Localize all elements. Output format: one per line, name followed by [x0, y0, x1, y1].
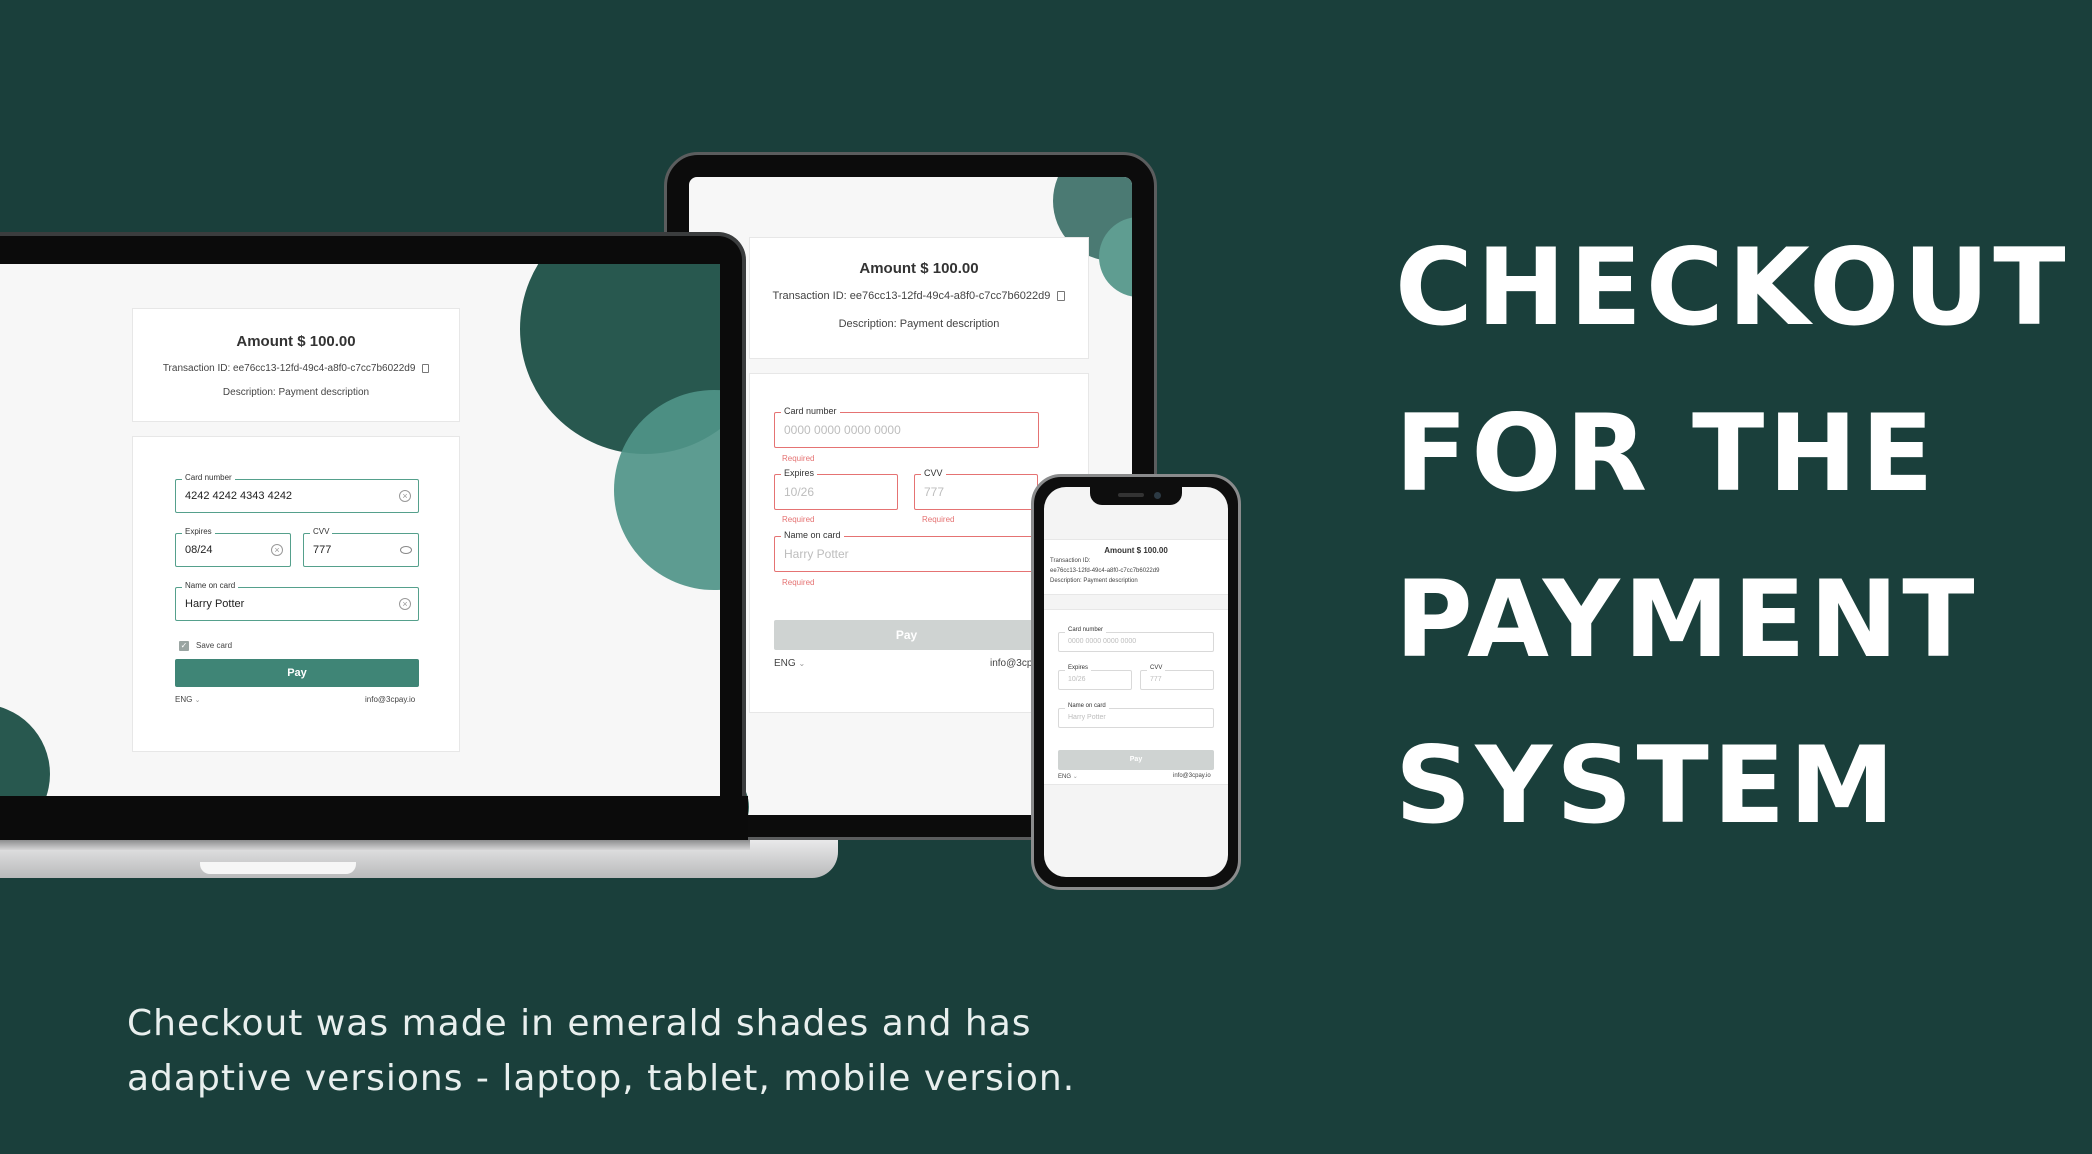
- cvv-label: CVV: [1147, 665, 1166, 671]
- card-number-field[interactable]: Card number 0000 0000 0000 0000: [774, 406, 1039, 448]
- transaction-label: Transaction ID:: [1050, 558, 1091, 564]
- phone-screen: Amount $ 100.00 Transaction ID: ee76cc13…: [1044, 487, 1228, 877]
- laptop-notch: [200, 862, 356, 874]
- name-on-card-field[interactable]: Name on card Harry Potter: [774, 530, 1039, 572]
- laptop-screen: Amount $ 100.00 Transaction ID: ee76cc13…: [0, 264, 720, 796]
- speaker-grille: [1118, 493, 1144, 497]
- card-number-label: Card number: [781, 406, 840, 416]
- transaction-id: ee76cc13-12fd-49c4-a8f0-c7cc7b6022d9: [1050, 568, 1160, 574]
- pay-button[interactable]: Pay: [774, 620, 1039, 650]
- camera-icon: [1154, 492, 1161, 499]
- card-number-value: 4242 4242 4343 4242: [185, 490, 293, 502]
- card-number-placeholder: 0000 0000 0000 0000: [784, 423, 901, 437]
- cvv-value: 777: [313, 544, 332, 556]
- copy-icon[interactable]: [422, 363, 430, 373]
- amount-title: Amount $ 100.00: [859, 260, 979, 277]
- copy-icon[interactable]: [1057, 291, 1066, 302]
- headline-line-2: FOR THE: [1395, 392, 1938, 515]
- cvv-field[interactable]: CVV 777: [1140, 665, 1214, 690]
- payment-description: Description: Payment description: [1050, 578, 1138, 584]
- cvv-field[interactable]: CVV 777: [914, 468, 1038, 510]
- name-on-card-field[interactable]: Name on card Harry Potter: [1058, 703, 1214, 728]
- language-label: ENG: [774, 658, 796, 669]
- support-email[interactable]: info@3cpay.io: [365, 695, 415, 704]
- laptop-hinge: [0, 840, 750, 850]
- name-on-card-field[interactable]: Name on card Harry Potter ×: [175, 581, 419, 621]
- card-number-placeholder: 0000 0000 0000 0000: [1068, 638, 1137, 645]
- expires-label: Expires: [781, 468, 818, 478]
- support-email[interactable]: info@3cpay.io: [1173, 773, 1211, 779]
- cvv-placeholder: 777: [1150, 676, 1162, 683]
- caption-line-2: adaptive versions - laptop, tablet, mobi…: [127, 1058, 1076, 1099]
- headline-line-4: SYSTEM: [1395, 724, 1899, 847]
- transaction-id: Transaction ID: ee76cc13-12fd-49c4-a8f0-…: [750, 290, 1088, 302]
- chevron-down-icon: ⌄: [1072, 774, 1078, 780]
- language-selector[interactable]: ENG ⌄: [175, 695, 200, 704]
- name-on-card-placeholder: Harry Potter: [784, 547, 849, 561]
- decor-circle: [0, 704, 50, 796]
- laptop-form-card: Card number 4242 4242 4343 4242 × Expire…: [132, 436, 460, 752]
- expires-placeholder: 10/26: [1068, 676, 1086, 683]
- headline: CHECKOUT FOR THE PAYMENT SYSTEM: [1395, 205, 2085, 869]
- headline-line-1: CHECKOUT: [1395, 226, 2070, 349]
- required-message: Required: [782, 515, 815, 524]
- pay-button[interactable]: Pay: [175, 659, 419, 687]
- eye-icon[interactable]: [400, 546, 412, 554]
- payment-description: Description: Payment description: [838, 318, 1000, 330]
- language-selector[interactable]: ENG ⌄: [774, 658, 805, 669]
- card-number-label: Card number: [182, 473, 235, 482]
- name-on-card-label: Name on card: [1065, 703, 1109, 709]
- expires-field[interactable]: Expires 08/24 ×: [175, 527, 291, 567]
- name-on-card-label: Name on card: [781, 530, 844, 540]
- payment-description: Description: Payment description: [222, 387, 370, 398]
- pay-button[interactable]: Pay: [1058, 750, 1214, 770]
- clear-icon[interactable]: ×: [399, 598, 411, 610]
- name-on-card-value: Harry Potter: [185, 598, 245, 610]
- language-label: ENG: [1058, 774, 1072, 780]
- chevron-down-icon: ⌄: [194, 697, 201, 704]
- name-on-card-placeholder: Harry Potter: [1068, 714, 1106, 721]
- cvv-label: CVV: [921, 468, 946, 478]
- language-label: ENG: [175, 695, 193, 704]
- phone-form-card: Card number 0000 0000 0000 0000 Expires …: [1044, 609, 1228, 785]
- chevron-down-icon: ⌄: [798, 659, 806, 668]
- laptop-base: [0, 840, 838, 878]
- phone-frame: Amount $ 100.00 Transaction ID: ee76cc13…: [1031, 474, 1241, 890]
- clear-icon[interactable]: ×: [399, 490, 411, 502]
- required-message: Required: [782, 454, 815, 463]
- required-message: Required: [922, 515, 955, 524]
- expires-placeholder: 10/26: [784, 485, 815, 499]
- headline-line-3: PAYMENT: [1395, 558, 1979, 681]
- laptop-chin: [0, 796, 748, 840]
- card-number-field[interactable]: Card number 4242 4242 4343 4242 ×: [175, 473, 419, 513]
- transaction-id: Transaction ID: ee76cc13-12fd-49c4-a8f0-…: [133, 363, 459, 374]
- amount-title: Amount $ 100.00: [1104, 546, 1168, 555]
- cvv-placeholder: 777: [924, 485, 945, 499]
- language-selector[interactable]: ENG ⌄: [1058, 773, 1078, 780]
- transaction-text: Transaction ID: ee76cc13-12fd-49c4-a8f0-…: [162, 363, 416, 374]
- expires-value: 08/24: [185, 544, 213, 556]
- clear-icon[interactable]: ×: [271, 544, 283, 556]
- amount-title: Amount $ 100.00: [236, 333, 356, 350]
- expires-label: Expires: [1065, 665, 1092, 671]
- save-card-label: Save card: [196, 641, 233, 650]
- required-message: Required: [782, 578, 815, 587]
- caption: Checkout was made in emerald shades and …: [127, 996, 1127, 1106]
- expires-field[interactable]: Expires 10/26: [774, 468, 898, 510]
- caption-line-1: Checkout was made in emerald shades and …: [127, 1003, 1032, 1044]
- cvv-field[interactable]: CVV 777: [303, 527, 419, 567]
- tablet-summary-card: Amount $ 100.00 Transaction ID: ee76cc13…: [749, 237, 1089, 359]
- cvv-label: CVV: [310, 527, 333, 536]
- phone-summary-card: Amount $ 100.00 Transaction ID: ee76cc13…: [1044, 539, 1228, 595]
- transaction-text: Transaction ID: ee76cc13-12fd-49c4-a8f0-…: [772, 290, 1051, 302]
- expires-field[interactable]: Expires 10/26: [1058, 665, 1132, 690]
- expires-label: Expires: [182, 527, 215, 536]
- phone-notch: [1090, 487, 1182, 505]
- card-number-field[interactable]: Card number 0000 0000 0000 0000: [1058, 627, 1214, 652]
- laptop-summary-card: Amount $ 100.00 Transaction ID: ee76cc13…: [132, 308, 460, 422]
- save-card-checkbox[interactable]: ✓: [179, 641, 189, 651]
- name-on-card-label: Name on card: [182, 581, 239, 590]
- card-number-label: Card number: [1065, 627, 1107, 633]
